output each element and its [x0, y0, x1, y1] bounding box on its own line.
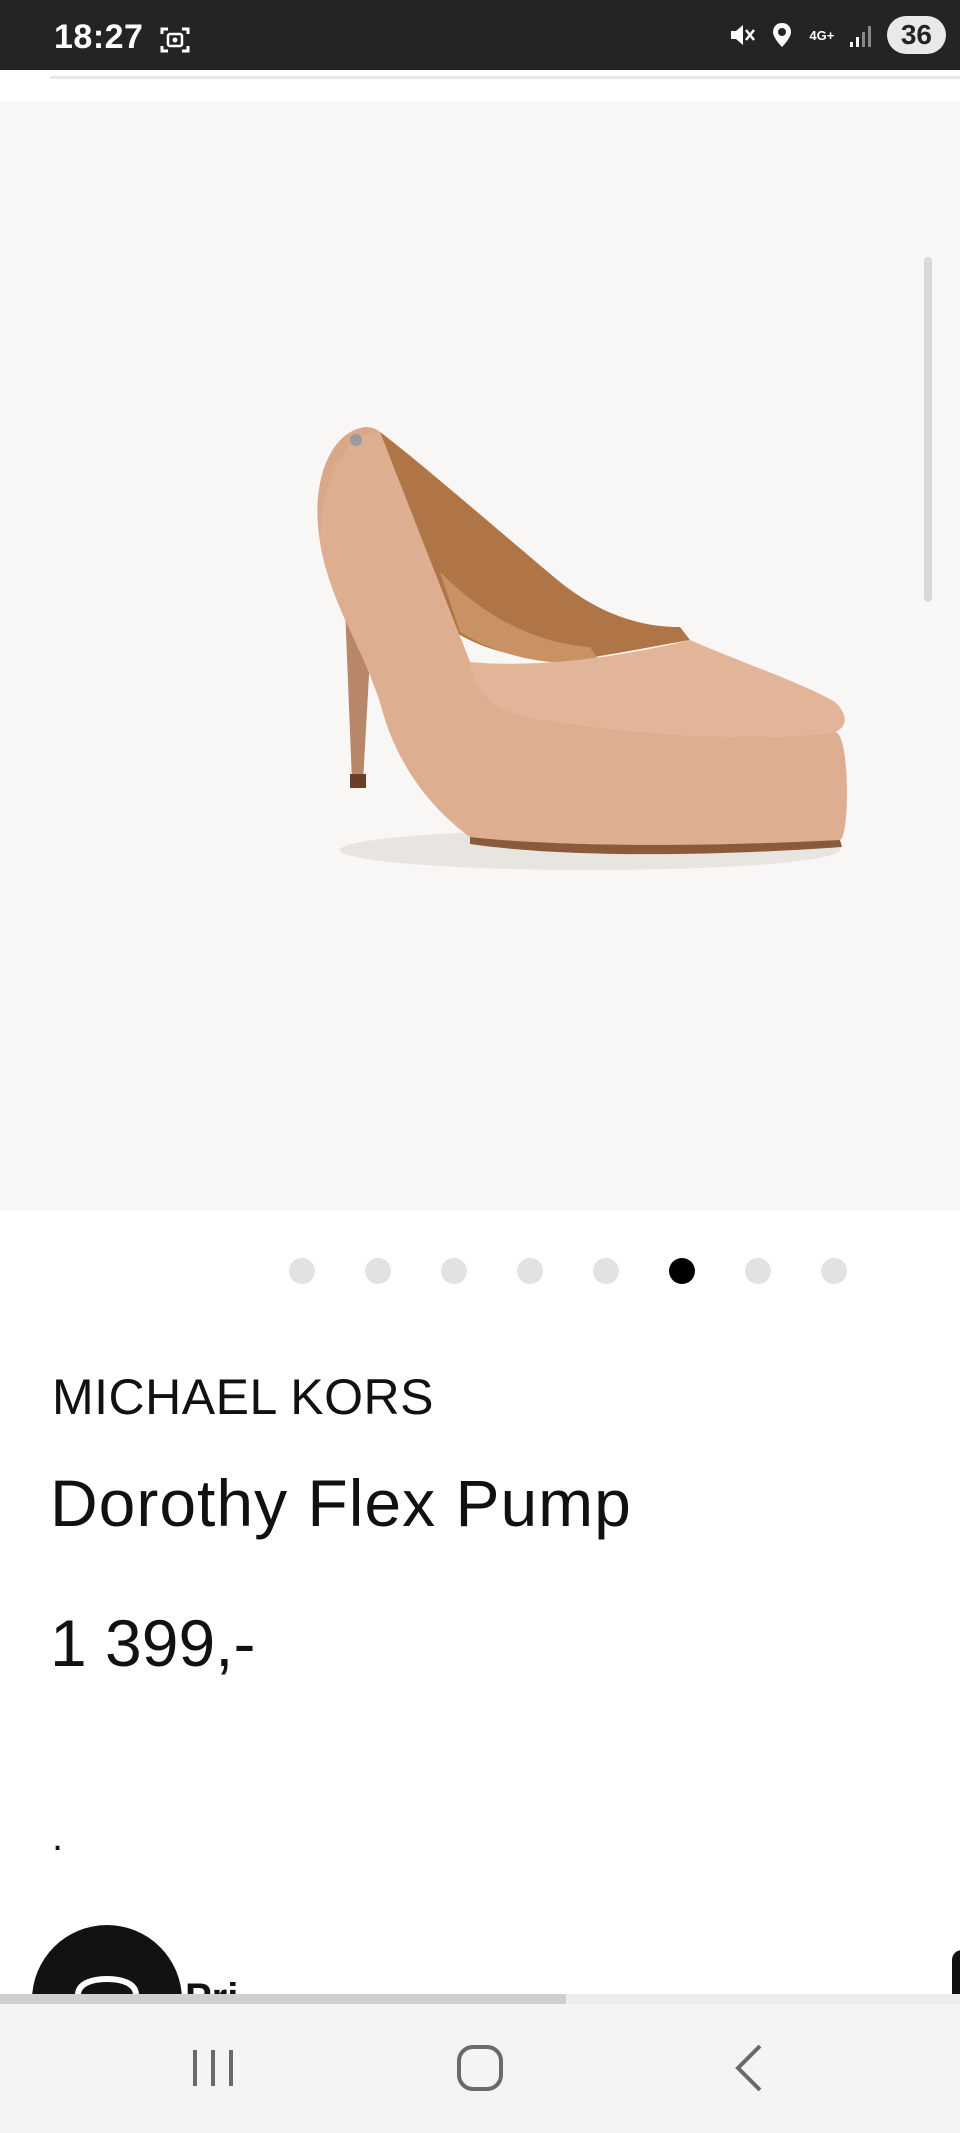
carousel-dot[interactable]: [593, 1258, 619, 1284]
page-progress-bar: [0, 1994, 960, 2004]
status-time: 18:27: [54, 18, 144, 56]
signal-icon: [849, 26, 871, 47]
location-icon: [772, 23, 791, 47]
system-nav-bar: [0, 2004, 960, 2133]
top-strip: [0, 70, 960, 102]
network-icon: 4G+: [809, 27, 835, 43]
back-icon[interactable]: [720, 2038, 780, 2098]
status-icons: 4G+ 36: [727, 14, 946, 56]
carousel-dots: [289, 1258, 847, 1284]
carousel-dot[interactable]: [745, 1258, 771, 1284]
home-icon[interactable]: [450, 2038, 510, 2098]
carousel-dot[interactable]: [289, 1258, 315, 1284]
product-extra-text: .: [52, 1815, 64, 1859]
carousel-dot[interactable]: [365, 1258, 391, 1284]
status-bar: 18:27 4G+ 36: [0, 0, 960, 70]
pump-shoe-image[interactable]: [0, 102, 960, 1210]
product-price: 1 399,-: [50, 1606, 256, 1680]
product-image-carousel[interactable]: [0, 102, 960, 1210]
carousel-dot[interactable]: [821, 1258, 847, 1284]
carousel-dot[interactable]: [669, 1258, 695, 1284]
recents-icon[interactable]: [183, 2038, 243, 2098]
screenshot-icon: [160, 27, 190, 53]
product-name: Dorothy Flex Pump: [50, 1466, 632, 1540]
carousel-dot[interactable]: [517, 1258, 543, 1284]
mute-icon: [730, 25, 755, 45]
product-brand[interactable]: MICHAEL KORS: [52, 1368, 434, 1426]
battery-icon: 36: [886, 16, 946, 54]
carousel-dot[interactable]: [441, 1258, 467, 1284]
page-progress-fill: [0, 1994, 567, 2004]
divider: [50, 76, 960, 79]
scrollbar[interactable]: [924, 257, 932, 602]
